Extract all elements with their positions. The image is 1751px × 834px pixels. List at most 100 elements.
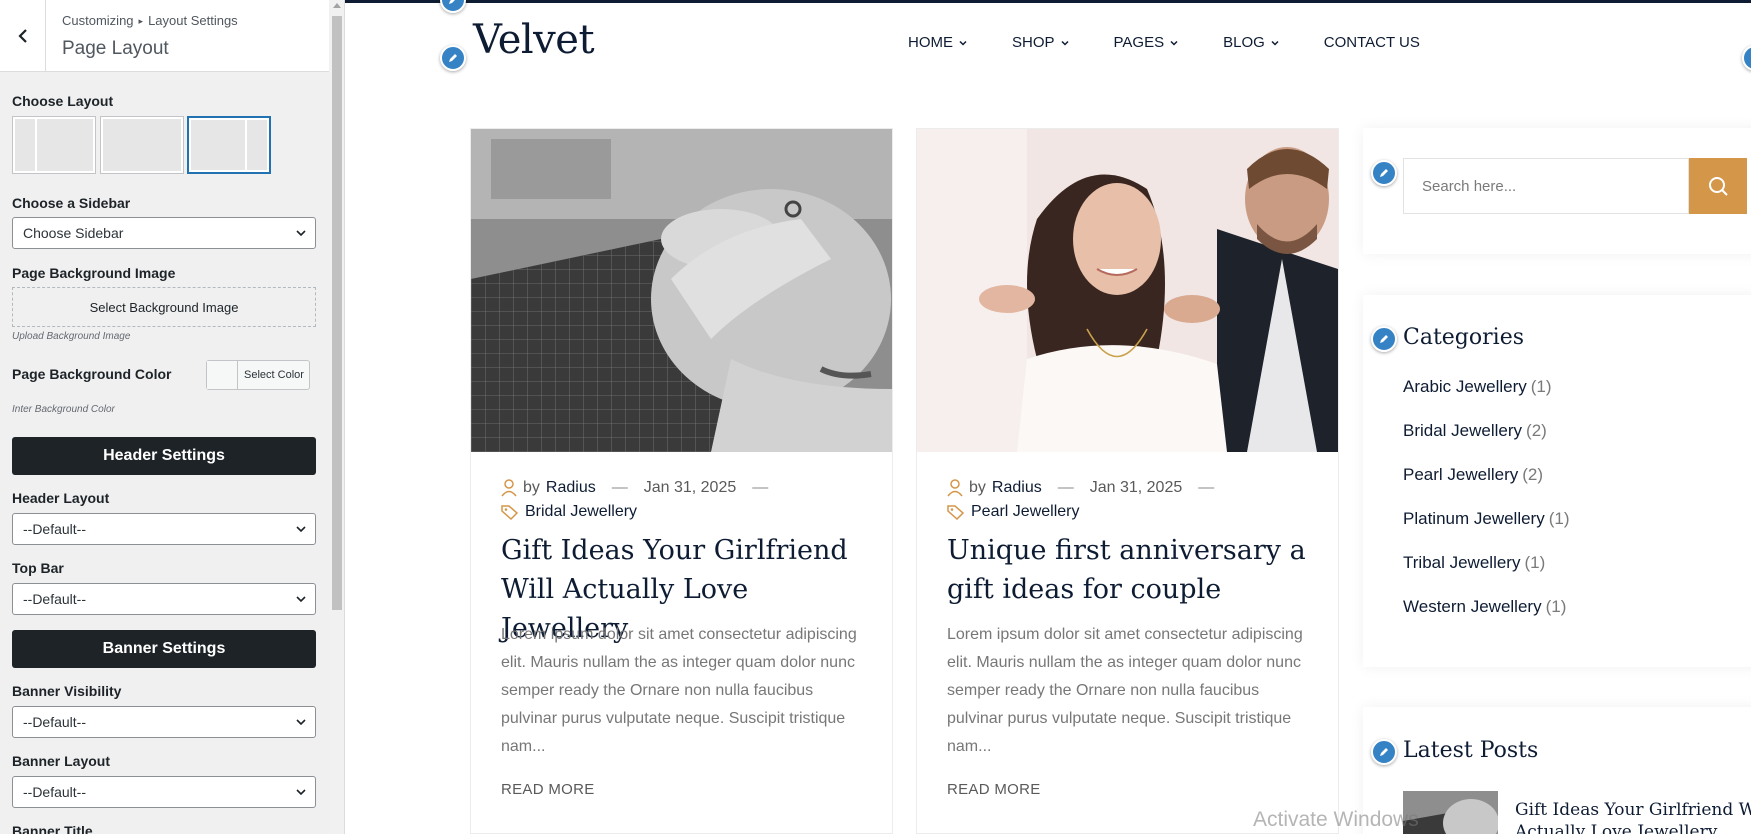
search-icon — [1709, 177, 1728, 196]
category-item[interactable]: Arabic Jewellery (1) — [1403, 377, 1570, 421]
header-layout-value: --Default-- — [23, 521, 87, 537]
post-image-graphic — [917, 129, 1338, 452]
category-count: (1) — [1545, 597, 1567, 616]
post-author[interactable]: Radius — [992, 479, 1042, 497]
read-more-link[interactable]: READ MORE — [947, 781, 1041, 798]
latest-posts-widget: Latest Posts Gift Ideas Your Girlfriend … — [1363, 707, 1751, 834]
select-color-button[interactable]: Select Color — [206, 360, 310, 390]
user-icon — [501, 479, 517, 497]
nav-label: SHOP — [1012, 34, 1055, 51]
nav-label: HOME — [908, 34, 953, 51]
header-layout-select[interactable]: --Default-- — [12, 513, 316, 545]
back-button[interactable] — [0, 0, 46, 72]
layout-option-left-sidebar[interactable] — [12, 116, 96, 174]
post-meta-dash: — — [1198, 479, 1215, 496]
search-button[interactable] — [1689, 158, 1747, 214]
category-item[interactable]: Platinum Jewellery (1) — [1403, 509, 1570, 553]
layout-option-right-sidebar[interactable] — [187, 116, 271, 174]
bg-color-hint: Inter Background Color — [12, 404, 115, 415]
post-meta-dash: — — [1057, 479, 1074, 496]
nav-item-shop[interactable]: SHOP — [1012, 34, 1070, 51]
post-card: by Radius — Jan 31, 2025 — Pearl Jewelle… — [916, 128, 1339, 834]
banner-title-label: Banner Title — [12, 823, 93, 834]
banner-visibility-value: --Default-- — [23, 714, 87, 730]
nav-item-contact-us[interactable]: CONTACT US — [1324, 34, 1420, 51]
chevron-down-icon — [1060, 40, 1069, 46]
banner-layout-label: Banner Layout — [12, 753, 111, 769]
pencil-icon — [1380, 169, 1388, 177]
nav-label: BLOG — [1223, 34, 1265, 51]
category-item[interactable]: Bridal Jewellery (2) — [1403, 421, 1570, 465]
bg-image-label: Page Background Image — [12, 265, 176, 281]
post-title[interactable]: Unique first anniversary a gift ideas fo… — [947, 531, 1317, 609]
post-meta: by Radius — Jan 31, 2025 — — [501, 479, 784, 497]
layout-pane — [247, 120, 267, 170]
search-input[interactable]: Search here... — [1403, 158, 1689, 214]
post-image-jewelry-work[interactable] — [471, 129, 892, 452]
top-border — [345, 0, 1751, 3]
category-item[interactable]: Tribal Jewellery (1) — [1403, 553, 1570, 597]
post-category-link[interactable]: Bridal Jewellery — [525, 503, 637, 521]
banner-visibility-label: Banner Visibility — [12, 683, 122, 699]
latest-post-title[interactable]: Gift Ideas Your Girlfriend Will Actually… — [1515, 799, 1751, 834]
category-count: (1) — [1530, 377, 1552, 396]
tag-icon — [501, 505, 519, 520]
sidebar-select-value: Choose Sidebar — [23, 225, 124, 241]
category-name: Tribal Jewellery — [1403, 553, 1521, 572]
post-excerpt: Lorem ipsum dolor sit amet consectetur a… — [947, 626, 1303, 755]
post-card: by Radius — Jan 31, 2025 — Bridal Jewell… — [470, 128, 893, 834]
edit-logo-button[interactable] — [440, 45, 466, 71]
breadcrumb-separator: ▸ — [138, 16, 144, 26]
edit-latest-posts-widget-button[interactable] — [1371, 739, 1397, 765]
top-bar-select[interactable]: --Default-- — [12, 583, 316, 615]
site-logo[interactable]: Velvet — [473, 17, 595, 63]
panel-scrollbar[interactable] — [329, 0, 344, 834]
nav-item-blog[interactable]: BLOG — [1223, 34, 1280, 51]
pencil-icon — [449, 54, 457, 62]
nav-label: CONTACT US — [1323, 34, 1420, 51]
nav-label: PAGES — [1113, 34, 1165, 51]
user-icon — [947, 479, 963, 497]
post-by: by — [523, 479, 540, 496]
edit-search-widget-button[interactable] — [1371, 160, 1397, 186]
pencil-icon — [1380, 748, 1388, 756]
post-meta: by Radius — Jan 31, 2025 — — [947, 479, 1230, 497]
category-item[interactable]: Western Jewellery (1) — [1403, 597, 1570, 641]
nav-item-home[interactable]: HOME — [908, 34, 968, 51]
post-category: Pearl Jewellery — [947, 503, 1079, 521]
select-bg-image-button[interactable]: Select Background Image — [12, 287, 316, 327]
banner-visibility-select[interactable]: --Default-- — [12, 706, 316, 738]
sidebar-select[interactable]: Choose Sidebar — [12, 217, 316, 249]
scroll-thumb[interactable] — [332, 16, 342, 610]
category-name: Western Jewellery — [1403, 597, 1542, 616]
post-image-couple[interactable] — [917, 129, 1338, 452]
post-category-link[interactable]: Pearl Jewellery — [971, 503, 1079, 521]
layout-pane — [37, 119, 93, 171]
header-settings-button[interactable]: Header Settings — [12, 437, 316, 475]
post-author[interactable]: Radius — [546, 479, 596, 497]
post-category: Bridal Jewellery — [501, 503, 637, 521]
read-more-link[interactable]: READ MORE — [501, 781, 595, 798]
layout-option-no-sidebar[interactable] — [100, 116, 184, 174]
banner-settings-button[interactable]: Banner Settings — [12, 630, 316, 668]
scroll-up-arrow-icon[interactable] — [333, 3, 341, 8]
post-date[interactable]: Jan 31, 2025 — [644, 479, 737, 497]
post-date[interactable]: Jan 31, 2025 — [1090, 479, 1183, 497]
edit-shortcut-button[interactable] — [440, 0, 466, 13]
layout-pane — [191, 120, 247, 170]
chevron-down-icon — [1170, 40, 1178, 46]
edit-header-button[interactable] — [1742, 45, 1751, 71]
select-color-label: Select Color — [244, 369, 304, 381]
category-item[interactable]: Pearl Jewellery (2) — [1403, 465, 1570, 509]
edit-categories-widget-button[interactable] — [1371, 326, 1397, 352]
choose-sidebar-label: Choose a Sidebar — [12, 195, 131, 211]
post-image-graphic — [471, 129, 892, 452]
bg-color-label: Page Background Color — [12, 366, 172, 382]
search-placeholder: Search here... — [1422, 177, 1517, 195]
banner-layout-select[interactable]: --Default-- — [12, 776, 316, 808]
nav-item-pages[interactable]: PAGES — [1114, 34, 1180, 51]
tag-icon — [947, 505, 965, 520]
category-name: Platinum Jewellery — [1403, 509, 1545, 528]
activate-windows-watermark: Activate Windows — [1253, 808, 1419, 831]
chevron-down-icon — [296, 789, 306, 796]
